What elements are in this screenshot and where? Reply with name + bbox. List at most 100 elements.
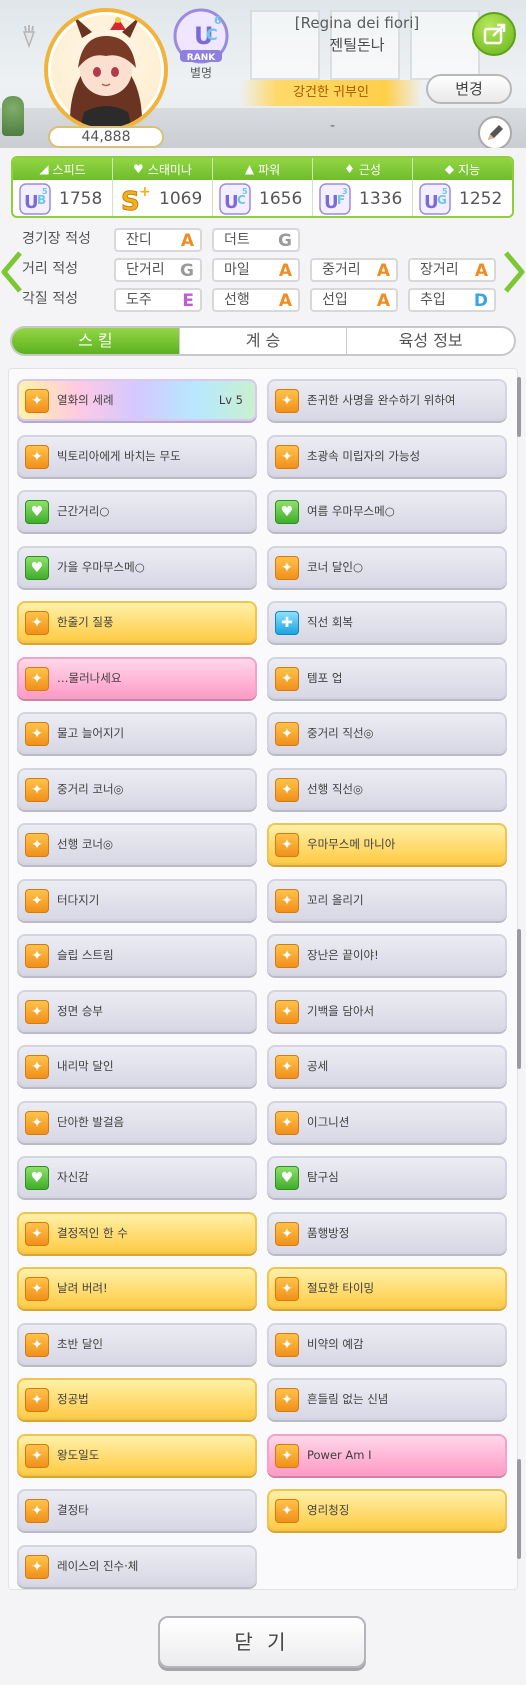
skill-name: 내리막 달인 bbox=[57, 1059, 114, 1073]
skill-card[interactable]: ✦ 중거리 코너◎ bbox=[17, 768, 257, 810]
skill-card[interactable]: ✦ …물러나세요 bbox=[17, 657, 257, 699]
tab-skills[interactable]: 스 킬 bbox=[12, 328, 180, 354]
skill-card[interactable]: ✦ 초광속 미립자의 가능성 bbox=[267, 435, 507, 477]
skill-card[interactable]: ✦ 코너 달인○ bbox=[267, 546, 507, 588]
skill-card[interactable]: ✦ 비약의 예감 bbox=[267, 1323, 507, 1365]
skill-name: 존귀한 사명을 완수하기 위하여 bbox=[307, 393, 456, 407]
grade-badge-icon: U C 5 bbox=[219, 183, 251, 215]
skill-card[interactable]: ✦ 공세 bbox=[267, 1045, 507, 1087]
speed-skill-icon: ✦ bbox=[25, 389, 49, 413]
aptitude-name: 마일 bbox=[224, 262, 250, 278]
edit-button[interactable] bbox=[478, 116, 512, 148]
svg-text:C: C bbox=[206, 25, 218, 44]
scrollbar-top[interactable] bbox=[517, 377, 521, 437]
skill-card[interactable]: ♥ 근간거리○ bbox=[17, 490, 257, 532]
skills-list: ✦ 열화의 세례 Lv 5 ✦ 존귀한 사명을 완수하기 위하여 ✦ 빅토리아에게 바치는 … bbox=[8, 368, 521, 1590]
skill-card[interactable]: ✦ 초반 달인 bbox=[17, 1323, 257, 1365]
skill-name: 자신감 bbox=[57, 1170, 89, 1184]
share-button[interactable] bbox=[472, 12, 516, 56]
recovery-skill-icon: ♥ bbox=[25, 556, 49, 580]
speed-skill-icon: ✦ bbox=[275, 667, 299, 691]
skill-card[interactable]: ✦ 결정타 bbox=[17, 1489, 257, 1531]
aptitude-long: 장거리 A bbox=[408, 258, 496, 282]
recovery-skill-icon: ♥ bbox=[275, 500, 299, 524]
skill-card[interactable]: ✦ 정공법 bbox=[17, 1378, 257, 1420]
skill-name: 단아한 발걸음 bbox=[57, 1115, 125, 1129]
speed-skill-icon: ✦ bbox=[275, 1277, 299, 1301]
aptitude-name: 추입 bbox=[420, 292, 446, 308]
skill-card[interactable]: ✦ 열화의 세례 Lv 5 bbox=[17, 379, 257, 421]
recovery-skill-icon: ♥ bbox=[275, 1166, 299, 1190]
prev-arrow-icon[interactable] bbox=[0, 250, 24, 294]
skill-card[interactable]: ✦ Power Am I bbox=[267, 1434, 507, 1476]
skill-card[interactable]: ✦ 날려 버려! bbox=[17, 1267, 257, 1309]
aptitude-name: 더트 bbox=[224, 232, 250, 248]
skill-card[interactable]: ✦ 영리청징 bbox=[267, 1489, 507, 1531]
scrollbar-middle[interactable] bbox=[517, 929, 521, 1069]
aptitude-grade: G bbox=[180, 261, 194, 281]
skill-card[interactable]: ✦ 절묘한 타이밍 bbox=[267, 1267, 507, 1309]
skill-name: 템포 업 bbox=[307, 671, 343, 685]
skill-card[interactable]: ✦ 템포 업 bbox=[267, 657, 507, 699]
speed-skill-icon: ✦ bbox=[275, 1111, 299, 1135]
skill-card[interactable]: ✦ 왕도일도 bbox=[17, 1434, 257, 1476]
skill-card[interactable]: ✦ 선행 코너◎ bbox=[17, 823, 257, 865]
skill-card[interactable]: ✚ 직선 회복 bbox=[267, 601, 507, 643]
stat-value: 1069 bbox=[159, 189, 203, 209]
skill-card[interactable]: ✦ 내리막 달인 bbox=[17, 1045, 257, 1087]
speed-skill-icon: ✦ bbox=[25, 1277, 49, 1301]
skill-card[interactable]: ✦ 슬립 스트림 bbox=[17, 934, 257, 976]
next-arrow-icon[interactable] bbox=[502, 250, 526, 294]
skill-card[interactable]: ✦ 기백을 담아서 bbox=[267, 990, 507, 1032]
skill-card[interactable]: ♥ 자신감 bbox=[17, 1156, 257, 1198]
skill-card[interactable]: ✦ 중거리 직선◎ bbox=[267, 712, 507, 754]
skill-name: 결정적인 한 수 bbox=[57, 1226, 128, 1240]
skill-card[interactable]: ✦ 단아한 발걸음 bbox=[17, 1101, 257, 1143]
stat-value: 1252 bbox=[459, 189, 503, 209]
recovery-skill-icon: ♥ bbox=[25, 500, 49, 524]
plant-decoration bbox=[2, 96, 24, 136]
skill-card[interactable]: ✦ 레이스의 진수·체 bbox=[17, 1545, 257, 1587]
skill-card[interactable]: ✦ 꼬리 올리기 bbox=[267, 879, 507, 921]
skill-card[interactable]: ✦ 빅토리아에게 바치는 무도 bbox=[17, 435, 257, 477]
speed-skill-icon: ✦ bbox=[25, 1111, 49, 1135]
skill-card[interactable]: ✦ 흔들림 없는 신념 bbox=[267, 1378, 507, 1420]
aptitude-chaser: 추입 D bbox=[408, 288, 496, 312]
tab-inheritance[interactable]: 계 승 bbox=[180, 328, 348, 354]
speed-skill-icon: ✦ bbox=[25, 1444, 49, 1468]
shoe-icon: ◢ bbox=[39, 162, 49, 176]
skill-card[interactable]: ✦ 품행방정 bbox=[267, 1212, 507, 1254]
skill-card[interactable]: ✦ 장난은 끝이야! bbox=[267, 934, 507, 976]
skill-card[interactable]: ✦ 정면 승부 bbox=[17, 990, 257, 1032]
skill-name: 코너 달인○ bbox=[307, 560, 364, 574]
tab-training-info[interactable]: 육성 정보 bbox=[347, 328, 514, 354]
speed-skill-icon: ✦ bbox=[275, 1333, 299, 1357]
skill-name: 가을 우마무스메○ bbox=[57, 560, 145, 574]
close-button[interactable]: 닫 기 bbox=[158, 1616, 366, 1668]
skill-card[interactable]: ♥ 가을 우마무스메○ bbox=[17, 546, 257, 588]
aptitude-name: 도주 bbox=[126, 292, 152, 308]
skill-card[interactable]: ✦ 터다지기 bbox=[17, 879, 257, 921]
skill-card[interactable]: ✦ 이그니션 bbox=[267, 1101, 507, 1143]
epithet-banner: 강건한 귀부인 bbox=[240, 80, 422, 106]
skill-card[interactable]: ✦ 결정적인 한 수 bbox=[17, 1212, 257, 1254]
change-button[interactable]: 변경 bbox=[426, 74, 512, 104]
skill-name: 터다지기 bbox=[57, 893, 100, 907]
speed-skill-icon: ✦ bbox=[275, 889, 299, 913]
skill-name: 비약의 예감 bbox=[307, 1337, 364, 1351]
carrot-icon[interactable] bbox=[18, 24, 40, 48]
skill-card[interactable]: ♥ 여름 우마무스메○ bbox=[267, 490, 507, 532]
skill-card[interactable]: ✦ 존귀한 사명을 완수하기 위하여 bbox=[267, 379, 507, 421]
speed-skill-icon: ✦ bbox=[275, 833, 299, 857]
skill-card[interactable]: ✦ 우마무스메 마니아 bbox=[267, 823, 507, 865]
skill-card[interactable]: ✦ 한줄기 질풍 bbox=[17, 601, 257, 643]
skill-name: 선행 코너◎ bbox=[57, 837, 114, 851]
stat-power: ▲ 파워 U C 5 1656 bbox=[213, 158, 313, 216]
stat-label: 스태미나 bbox=[147, 162, 192, 177]
skill-name: 절묘한 타이밍 bbox=[307, 1281, 375, 1295]
stat-value: 1336 bbox=[359, 189, 403, 209]
skill-card[interactable]: ♥ 탐구심 bbox=[267, 1156, 507, 1198]
scrollbar-bottom[interactable] bbox=[517, 1459, 521, 1559]
skill-card[interactable]: ✦ 선행 직선◎ bbox=[267, 768, 507, 810]
skill-card[interactable]: ✦ 물고 늘어지기 bbox=[17, 712, 257, 754]
